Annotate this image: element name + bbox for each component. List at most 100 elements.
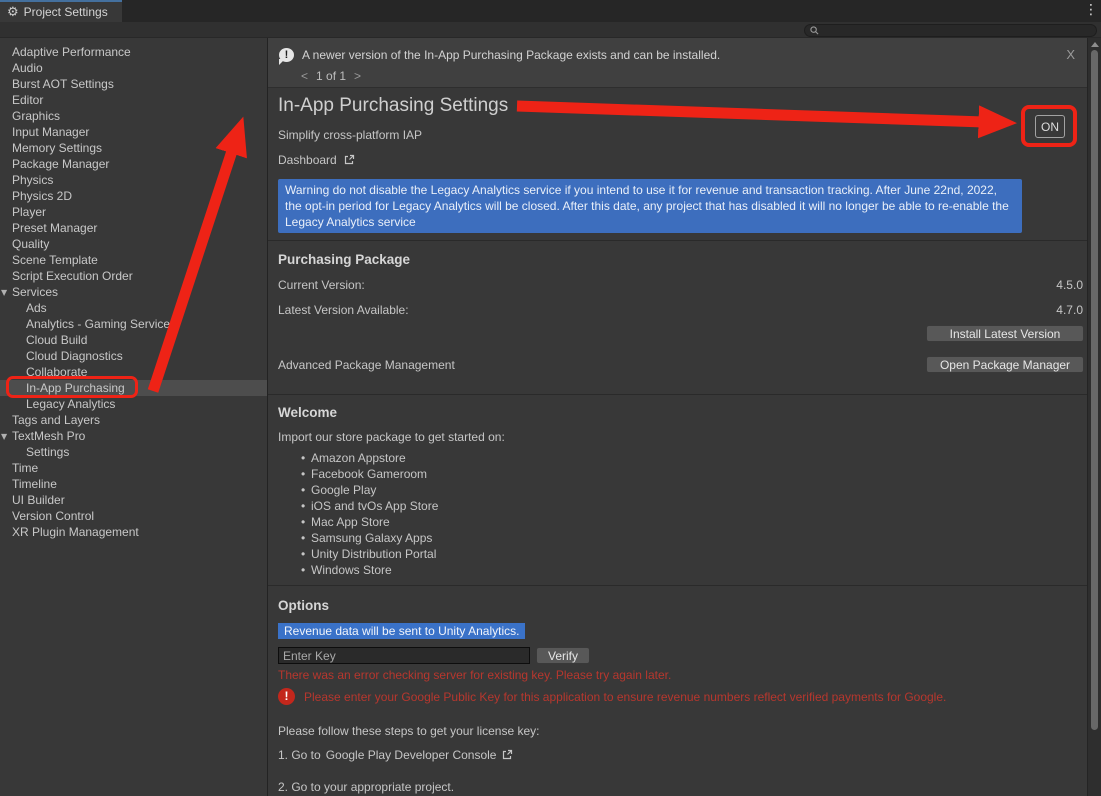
store-list: Amazon Appstore Facebook Gameroom Google… [301, 450, 438, 578]
project-settings-tab[interactable]: ⚙ Project Settings [0, 0, 122, 22]
sidebar-item-label: In-App Purchasing [26, 381, 125, 395]
sidebar-item[interactable]: Script Execution Order [0, 268, 267, 284]
sidebar-item[interactable]: Settings [0, 444, 267, 460]
settings-panel: ! A newer version of the In-App Purchasi… [268, 38, 1087, 796]
sidebar-item-label: Tags and Layers [12, 413, 100, 427]
google-key-warning-text: Please enter your Google Public Key for … [304, 690, 946, 704]
google-key-warning-row: ! Please enter your Google Public Key fo… [278, 688, 1077, 705]
sidebar-item[interactable]: Audio [0, 60, 267, 76]
external-link-icon [343, 154, 355, 166]
sidebar-item-label: TextMesh Pro [12, 429, 85, 443]
sidebar-item-label: Package Manager [12, 157, 109, 171]
sidebar-item-label: Scene Template [12, 253, 98, 267]
steps-intro: Please follow these steps to get your li… [278, 724, 539, 738]
google-play-console-link[interactable]: Google Play Developer Console [326, 748, 497, 762]
sidebar-item[interactable]: Legacy Analytics [0, 396, 267, 412]
sidebar-item-label: Quality [12, 237, 49, 251]
sidebar-item[interactable]: Cloud Diagnostics [0, 348, 267, 364]
sidebar-item[interactable]: Services [0, 284, 267, 300]
pager-prev-icon[interactable]: < [301, 69, 308, 83]
latest-version-label: Latest Version Available: [278, 303, 409, 317]
dashboard-link[interactable]: Dashboard [278, 153, 355, 167]
vertical-scrollbar[interactable] [1087, 38, 1101, 796]
sidebar-item[interactable]: Version Control [0, 508, 267, 524]
kebab-menu-icon[interactable]: ⋮ [1084, 2, 1098, 18]
sidebar-item[interactable]: TextMesh Pro [0, 428, 267, 444]
step-1-prefix: 1. Go to [278, 748, 321, 762]
sidebar-item[interactable]: Physics [0, 172, 267, 188]
sidebar-item[interactable]: Cloud Build [0, 332, 267, 348]
sidebar-item[interactable]: Package Manager [0, 156, 267, 172]
store-list-item: Windows Store [301, 562, 438, 578]
settings-category-list: Adaptive Performance Audio Burst AOT Set… [0, 38, 268, 796]
sidebar-item-label: Ads [26, 301, 47, 315]
open-package-manager-button[interactable]: Open Package Manager [926, 356, 1084, 373]
scroll-up-arrow-icon[interactable] [1091, 42, 1099, 47]
foldout-triangle-icon[interactable] [1, 429, 7, 445]
sidebar-item-label: Graphics [12, 109, 60, 123]
sidebar-item[interactable]: Editor [0, 92, 267, 108]
sidebar-item-label: Collaborate [26, 365, 87, 379]
sidebar-item[interactable]: Quality [0, 236, 267, 252]
store-list-item: Facebook Gameroom [301, 466, 438, 482]
sidebar-item-label: Adaptive Performance [12, 45, 131, 59]
sidebar-item[interactable]: XR Plugin Management [0, 524, 267, 540]
latest-version-value: 4.7.0 [1056, 303, 1083, 317]
notification-pager: < 1 of 1 > [268, 62, 1087, 83]
sidebar-item-label: Cloud Build [26, 333, 87, 347]
step-2: 2. Go to your appropriate project. [278, 780, 454, 794]
store-list-item: iOS and tvOs App Store [301, 498, 438, 514]
sidebar-item[interactable]: Tags and Layers [0, 412, 267, 428]
welcome-intro: Import our store package to get started … [278, 430, 505, 444]
sidebar-item[interactable]: In-App Purchasing [0, 380, 267, 396]
sidebar-item-label: Script Execution Order [12, 269, 133, 283]
scrollbar-thumb[interactable] [1091, 50, 1098, 730]
legacy-analytics-warning-box: Warning do not disable the Legacy Analyt… [278, 179, 1022, 233]
pager-next-icon[interactable]: > [354, 69, 361, 83]
sidebar-item[interactable]: Timeline [0, 476, 267, 492]
sidebar-item[interactable]: Graphics [0, 108, 267, 124]
pager-count: 1 of 1 [316, 69, 346, 83]
notification-bar: ! A newer version of the In-App Purchasi… [268, 38, 1087, 88]
section-divider [268, 240, 1087, 241]
gear-icon: ⚙ [7, 6, 19, 19]
console-warning-icon: ! [279, 48, 294, 62]
sidebar-item[interactable]: UI Builder [0, 492, 267, 508]
search-box[interactable] [804, 24, 1097, 37]
close-icon[interactable]: X [1066, 47, 1075, 62]
search-input[interactable] [819, 25, 1091, 36]
options-heading: Options [278, 598, 329, 613]
sidebar-item[interactable]: Memory Settings [0, 140, 267, 156]
sidebar-item-label: Audio [12, 61, 43, 75]
store-list-item: Unity Distribution Portal [301, 546, 438, 562]
store-list-item: Samsung Galaxy Apps [301, 530, 438, 546]
license-key-input[interactable] [278, 647, 530, 664]
verify-button[interactable]: Verify [536, 647, 590, 664]
sidebar-item[interactable]: Adaptive Performance [0, 44, 267, 60]
simplify-iap-label: Simplify cross-platform IAP [278, 128, 422, 142]
purchasing-package-heading: Purchasing Package [278, 252, 410, 267]
sidebar-item[interactable]: Physics 2D [0, 188, 267, 204]
install-latest-version-button[interactable]: Install Latest Version [926, 325, 1084, 342]
sidebar-item[interactable]: Analytics - Gaming Services [0, 316, 267, 332]
sidebar-item-label: Analytics - Gaming Services [26, 317, 176, 331]
service-on-toggle-button[interactable]: ON [1035, 115, 1065, 138]
sidebar-item-label: Time [12, 461, 38, 475]
sidebar-item[interactable]: Preset Manager [0, 220, 267, 236]
sidebar-item[interactable]: Time [0, 460, 267, 476]
notification-message: A newer version of the In-App Purchasing… [302, 48, 720, 62]
sidebar-item[interactable]: Player [0, 204, 267, 220]
sidebar-item[interactable]: Ads [0, 300, 267, 316]
tab-title: Project Settings [24, 5, 108, 19]
foldout-triangle-icon[interactable] [1, 285, 7, 301]
sidebar-item-label: Physics 2D [12, 189, 72, 203]
sidebar-item[interactable]: Input Manager [0, 124, 267, 140]
sidebar-item[interactable]: Collaborate [0, 364, 267, 380]
error-icon: ! [278, 688, 295, 705]
revenue-analytics-banner: Revenue data will be sent to Unity Analy… [278, 623, 525, 639]
sidebar-item-label: Version Control [12, 509, 94, 523]
sidebar-item[interactable]: Burst AOT Settings [0, 76, 267, 92]
sidebar-item-label: Player [12, 205, 46, 219]
current-version-row: Current Version: 4.5.0 [278, 278, 1083, 292]
sidebar-item[interactable]: Scene Template [0, 252, 267, 268]
